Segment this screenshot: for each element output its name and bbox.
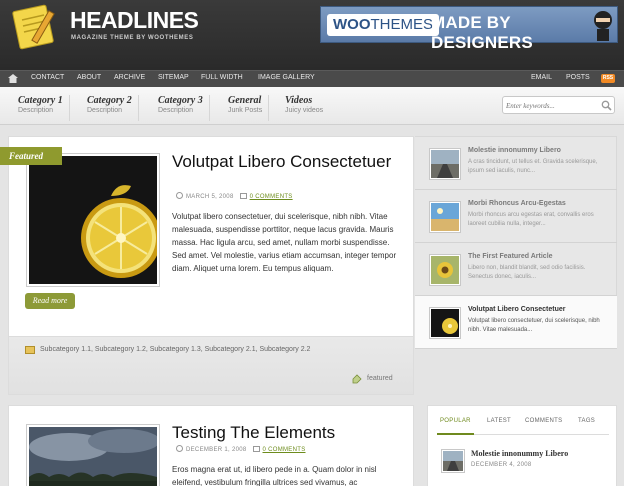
featured-list-thumb <box>429 307 461 339</box>
ninja-icon <box>594 11 612 41</box>
home-icon[interactable] <box>8 74 18 83</box>
tab-popular[interactable]: POPULAR <box>440 418 471 424</box>
featured-list-item-active[interactable]: Volutpat Libero Consectetuer Volutpat li… <box>415 296 617 349</box>
site-subtitle: MAGAZINE THEME BY WOOTHEMES <box>71 35 194 41</box>
featured-list-desc: A cras tincidunt, ut tellus et. Gravida … <box>468 159 598 174</box>
header-banner[interactable]: WOOTHEMES MADE BY DESIGNERS <box>320 6 618 52</box>
banner-brand-left: WOO <box>333 16 371 33</box>
tab-active-indicator <box>437 433 474 435</box>
category-desc: Junk Posts <box>228 107 263 114</box>
banner-tagline: MADE BY DESIGNERS <box>431 13 533 52</box>
widget-thumb[interactable] <box>441 449 465 473</box>
category-desc: Juicy videos <box>285 107 324 114</box>
category-item-3[interactable]: Category 3 Description <box>158 95 210 121</box>
featured-excerpt: Volutpat libero consectetuer, dui sceler… <box>172 212 397 273</box>
clock-icon <box>176 192 183 199</box>
folder-icon <box>25 346 35 354</box>
featured-comments-link[interactable]: 0 COMMENTS <box>250 194 293 200</box>
nav-email[interactable]: EMAIL <box>531 74 552 81</box>
search-icon[interactable] <box>601 100 612 111</box>
nav-sitemap[interactable]: SITEMAP <box>158 74 189 81</box>
beach-thumbnail <box>431 203 459 231</box>
lemon-thumbnail <box>431 309 459 337</box>
category-desc: Description <box>18 107 54 114</box>
featured-list-thumb <box>429 148 461 180</box>
featured-list-title: Morbi Rhoncus Arcu-Egestas <box>468 200 566 207</box>
site-header: HEADLINES MAGAZINE THEME BY WOOTHEMES WO… <box>0 0 624 70</box>
rss-icon[interactable]: RSS <box>601 74 615 83</box>
featured-title[interactable]: Volutpat Libero Consectetuer <box>172 153 402 171</box>
category-title: General <box>228 95 262 106</box>
featured-list-desc: Volutpat libero consectetuer, dui sceler… <box>468 318 600 333</box>
category-title: Category 3 <box>158 95 203 106</box>
featured-list-title: Volutpat Libero Consectetuer <box>468 306 566 313</box>
storm-sky-image <box>29 427 160 486</box>
category-item-2[interactable]: Category 2 Description <box>87 95 139 121</box>
category-item-videos[interactable]: Videos Juicy videos <box>285 95 329 121</box>
post-meta: DECEMBER 1, 2008 0 COMMENTS <box>176 445 306 453</box>
post-image[interactable] <box>26 424 160 486</box>
comment-icon <box>252 446 260 452</box>
category-item-general[interactable]: General Junk Posts <box>228 95 270 121</box>
top-nav: CONTACT ABOUT ARCHIVE SITEMAP FULL WIDTH… <box>0 70 624 87</box>
featured-list-desc: Morbi rhoncus arcu egestas erat, convall… <box>468 212 594 227</box>
featured-list-title: The First Featured Article <box>468 253 553 260</box>
road-thumbnail <box>431 150 459 178</box>
featured-list-item[interactable]: Morbi Rhoncus Arcu-Egestas Morbi rhoncus… <box>415 190 617 243</box>
tab-tags[interactable]: TAGS <box>578 418 595 424</box>
nav-about[interactable]: ABOUT <box>77 74 101 81</box>
road-thumbnail <box>443 451 463 471</box>
featured-tag-link[interactable]: featured <box>367 375 393 382</box>
site-title[interactable]: HEADLINES <box>70 7 199 34</box>
nav-full-width[interactable]: FULL WIDTH <box>201 74 243 81</box>
nav-archive[interactable]: ARCHIVE <box>114 74 145 81</box>
featured-list-desc: Libero non, blandit blandit, sed odio fa… <box>468 265 586 280</box>
search-box <box>502 96 615 114</box>
tag-icon <box>352 374 362 384</box>
clock-icon <box>176 445 183 452</box>
sunflower-thumbnail <box>431 256 459 284</box>
featured-list-item[interactable]: Molestie innonummy Libero A cras tincidu… <box>415 137 617 190</box>
search-input[interactable] <box>506 99 596 112</box>
banner-brand: WOOTHEMES <box>327 14 440 36</box>
widget-item-title[interactable]: Molestie innonummy Libero <box>471 449 568 458</box>
comment-icon <box>239 193 247 199</box>
widget-item-date: DECEMBER 4, 2008 <box>471 462 532 468</box>
post-date: DECEMBER 1, 2008 <box>186 447 247 453</box>
category-desc: Description <box>158 107 194 114</box>
featured-list-thumb <box>429 201 461 233</box>
post-title[interactable]: Testing The Elements <box>172 424 402 442</box>
featured-list-item[interactable]: The First Featured Article Libero non, b… <box>415 243 617 296</box>
featured-label: Featured <box>0 147 62 165</box>
nav-contact[interactable]: CONTACT <box>31 74 64 81</box>
post-excerpt: Eros magna erat ut, id libero pede in a.… <box>172 465 377 486</box>
post-comments-link[interactable]: 0 COMMENTS <box>263 447 306 453</box>
tab-latest[interactable]: LATEST <box>487 418 511 424</box>
category-desc: Description <box>87 107 123 114</box>
category-title: Videos <box>285 95 313 106</box>
featured-list-title: Molestie innonummy Libero <box>468 147 561 154</box>
read-more-button[interactable]: Read more <box>25 293 75 309</box>
featured-subcategories[interactable]: Subcategory 1.1, Subcategory 1.2, Subcat… <box>40 346 310 353</box>
tab-comments[interactable]: COMMENTS <box>525 418 562 424</box>
banner-brand-right: THEMES <box>370 16 434 33</box>
featured-meta: MARCH 5, 2008 0 COMMENTS <box>176 192 293 200</box>
featured-list-thumb <box>429 254 461 286</box>
category-title: Category 2 <box>87 95 132 106</box>
featured-image[interactable] <box>26 153 160 287</box>
category-title: Category 1 <box>18 95 63 106</box>
featured-date: MARCH 5, 2008 <box>186 194 234 200</box>
category-item-1[interactable]: Category 1 Description <box>18 95 70 121</box>
featured-image-frame <box>29 156 157 284</box>
notepad-pencil-icon[interactable] <box>10 4 60 50</box>
nav-posts[interactable]: POSTS <box>566 74 590 81</box>
lemon-image <box>29 156 157 284</box>
nav-image-gallery[interactable]: IMAGE GALLERY <box>258 74 315 81</box>
